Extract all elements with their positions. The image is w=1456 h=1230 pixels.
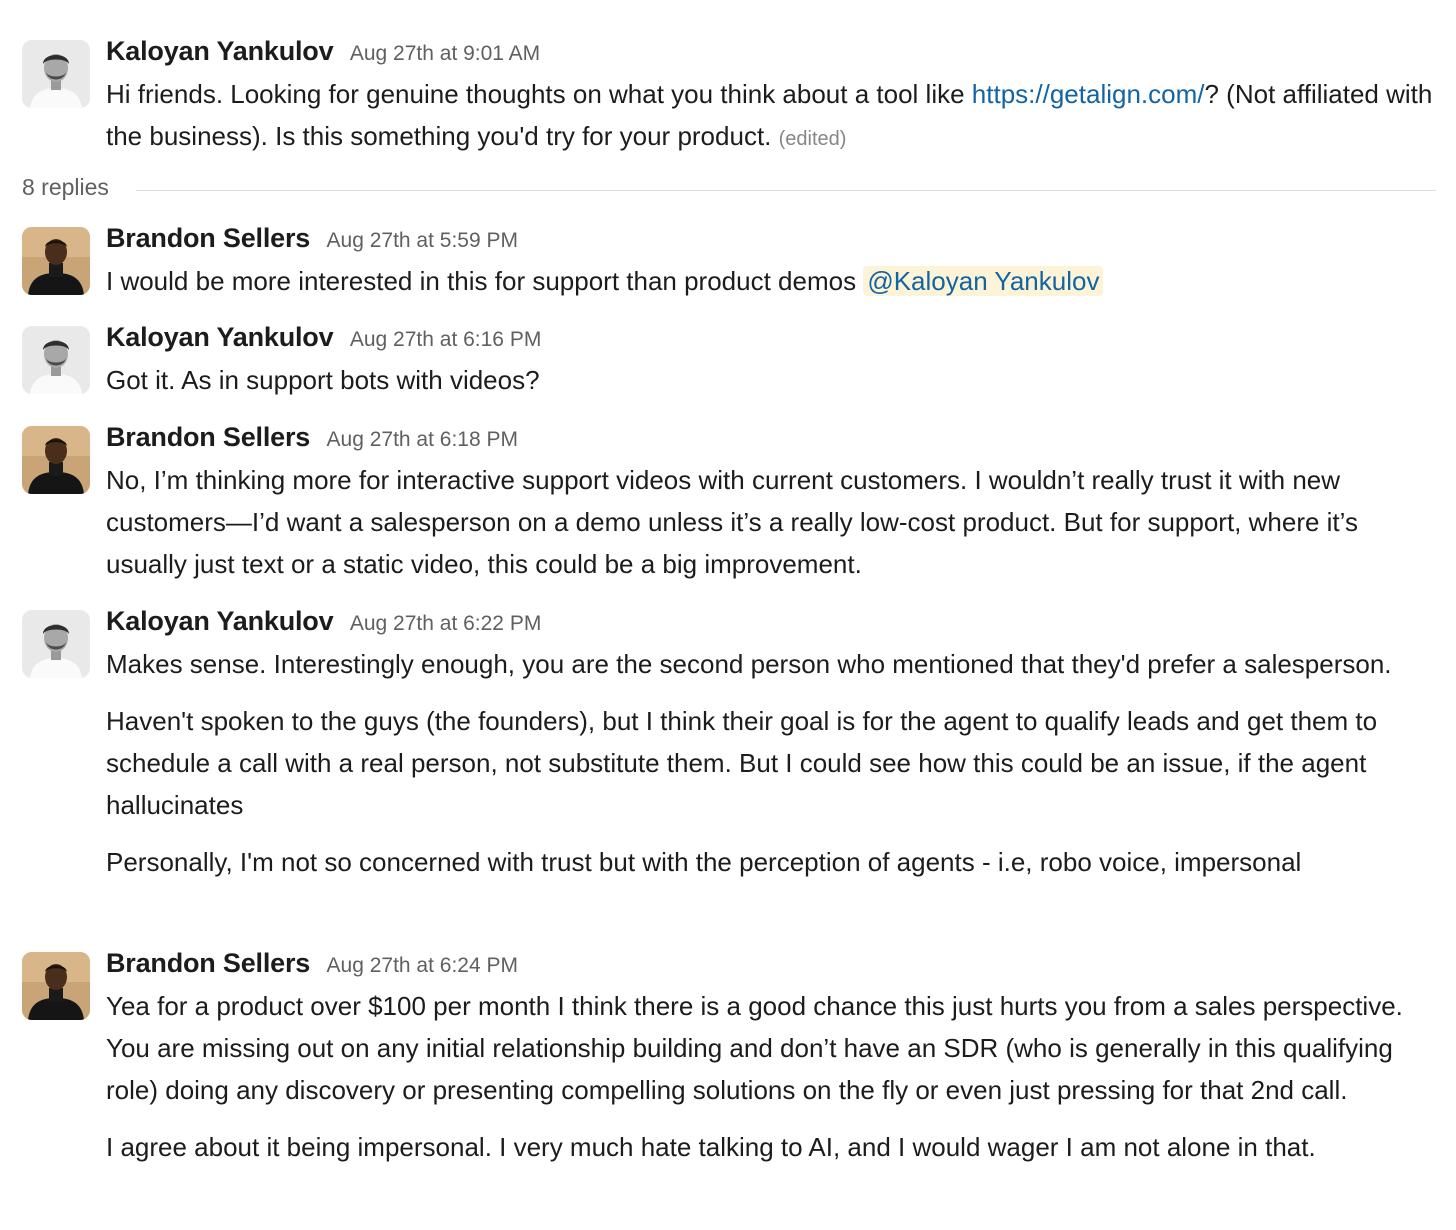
author-name[interactable]: Brandon Sellers: [106, 223, 310, 253]
avatar[interactable]: [22, 40, 90, 108]
author-name[interactable]: Brandon Sellers: [106, 948, 310, 978]
message-body: Hi friends. Looking for genuine thoughts…: [106, 73, 1436, 160]
avatar-image: [22, 227, 90, 295]
message-text-intro: Hi friends. Looking for genuine thoughts…: [106, 79, 972, 109]
avatar-image: [22, 326, 90, 394]
message-body: Yea for a product over $100 per month I …: [106, 985, 1436, 1168]
message-content: Kaloyan Yankulov Aug 27th at 6:16 PM Got…: [106, 322, 1436, 401]
message-text: Got it. As in support bots with videos?: [106, 365, 540, 395]
author-name[interactable]: Kaloyan Yankulov: [106, 606, 334, 636]
avatar-image: [22, 610, 90, 678]
avatar-image: [22, 40, 90, 108]
edited-label: (edited): [778, 128, 847, 150]
message-header: Kaloyan Yankulov Aug 27th at 9:01 AM: [106, 36, 1436, 68]
message-body: No, I’m thinking more for interactive su…: [106, 459, 1436, 585]
message-content: Brandon Sellers Aug 27th at 5:59 PM I wo…: [106, 223, 1436, 302]
message-text: I would be more interested in this for s…: [106, 260, 1436, 302]
avatar-image: [22, 426, 90, 494]
avatar[interactable]: [22, 426, 90, 494]
avatar[interactable]: [22, 610, 90, 678]
message-body: Got it. As in support bots with videos?: [106, 359, 1436, 401]
message-header: Kaloyan Yankulov Aug 27th at 6:22 PM: [106, 606, 1436, 638]
author-name[interactable]: Brandon Sellers: [106, 422, 310, 452]
message-text-main: I would be more interested in this for s…: [106, 266, 864, 296]
message-header: Kaloyan Yankulov Aug 27th at 6:16 PM: [106, 322, 1436, 354]
avatar[interactable]: [22, 227, 90, 295]
message-paragraph: I agree about it being impersonal. I ver…: [106, 1132, 1316, 1162]
avatar-image: [22, 952, 90, 1020]
timestamp[interactable]: Aug 27th at 5:59 PM: [327, 229, 518, 252]
author-name[interactable]: Kaloyan Yankulov: [106, 36, 334, 66]
replies-count[interactable]: 8 replies: [22, 174, 109, 201]
timestamp[interactable]: Aug 27th at 9:01 AM: [350, 42, 540, 65]
message-content: Kaloyan Yankulov Aug 27th at 9:01 AM Hi …: [106, 36, 1436, 160]
timestamp[interactable]: Aug 27th at 6:16 PM: [350, 328, 541, 351]
message-paragraph: Haven't spoken to the guys (the founders…: [106, 706, 1378, 820]
user-mention[interactable]: @Kaloyan Yankulov: [863, 266, 1104, 296]
avatar[interactable]: [22, 326, 90, 394]
divider-line: [136, 190, 1436, 191]
message-text: Hi friends. Looking for genuine thoughts…: [106, 73, 1436, 160]
message-paragraph: Makes sense. Interestingly enough, you a…: [106, 649, 1392, 679]
message-body: I would be more interested in this for s…: [106, 260, 1436, 302]
timestamp[interactable]: Aug 27th at 6:22 PM: [350, 612, 541, 635]
message-content: Brandon Sellers Aug 27th at 6:18 PM No, …: [106, 422, 1436, 585]
message-link[interactable]: https://getalign.com/: [972, 79, 1205, 109]
timestamp[interactable]: Aug 27th at 6:24 PM: [327, 954, 518, 977]
message-header: Brandon Sellers Aug 27th at 5:59 PM: [106, 223, 1436, 255]
timestamp[interactable]: Aug 27th at 6:18 PM: [327, 428, 518, 451]
author-name[interactable]: Kaloyan Yankulov: [106, 322, 334, 352]
message-text: No, I’m thinking more for interactive su…: [106, 465, 1358, 579]
message-body: Makes sense. Interestingly enough, you a…: [106, 643, 1436, 883]
message-content: Brandon Sellers Aug 27th at 6:24 PM Yea …: [106, 948, 1436, 1168]
message-paragraph: Yea for a product over $100 per month I …: [106, 991, 1403, 1105]
message-content: Kaloyan Yankulov Aug 27th at 6:22 PM Mak…: [106, 606, 1436, 883]
message-header: Brandon Sellers Aug 27th at 6:18 PM: [106, 422, 1436, 454]
message-header: Brandon Sellers Aug 27th at 6:24 PM: [106, 948, 1436, 980]
message-paragraph: Personally, I'm not so concerned with tr…: [106, 847, 1302, 877]
replies-divider: 8 replies: [22, 174, 1436, 208]
avatar[interactable]: [22, 952, 90, 1020]
